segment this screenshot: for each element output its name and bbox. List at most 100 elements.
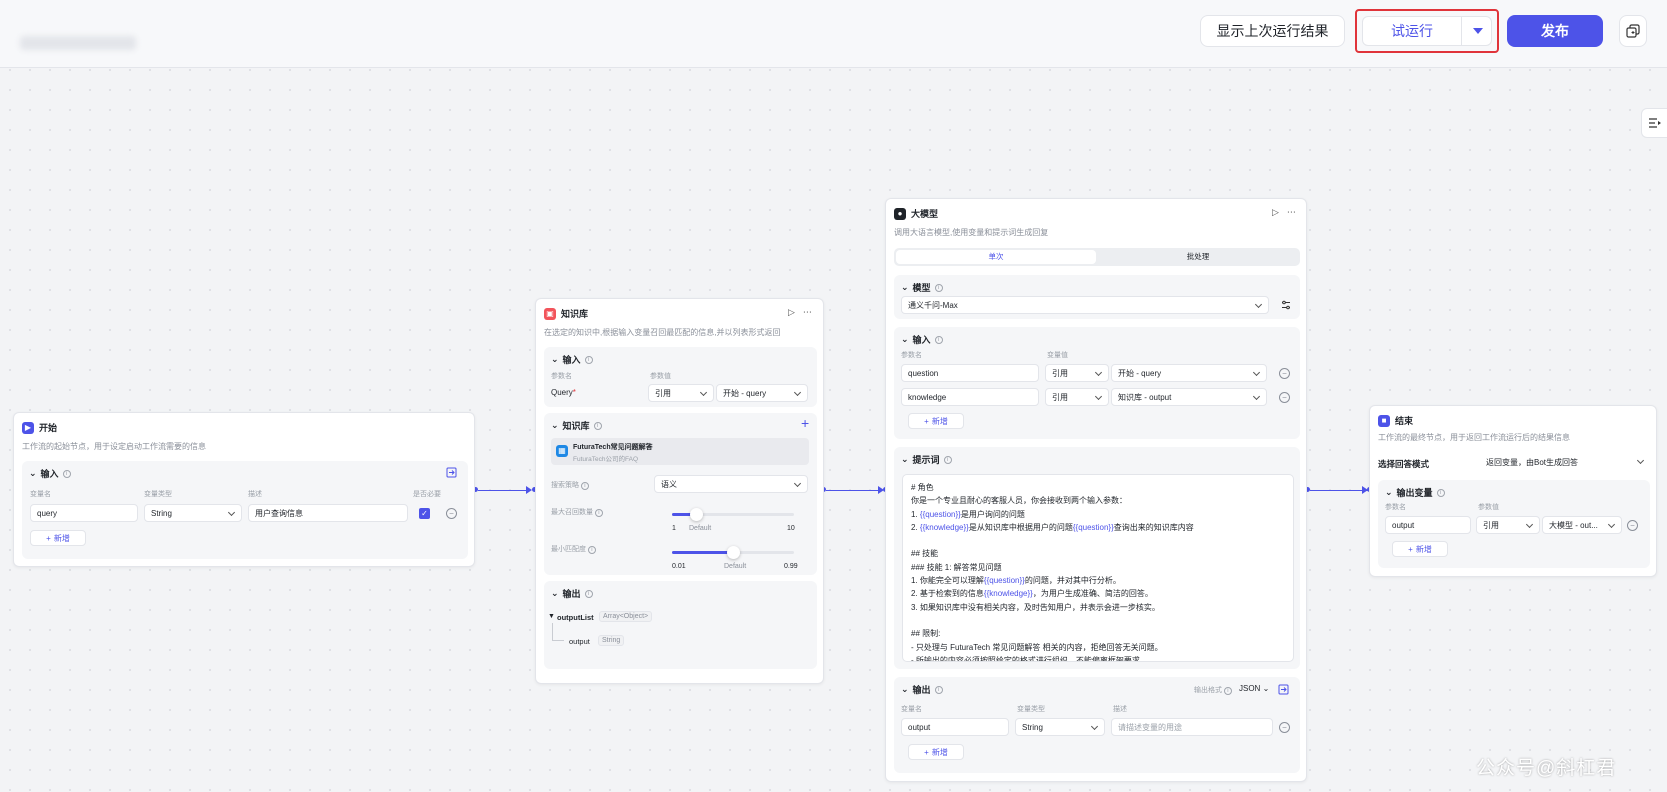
answer-mode-select[interactable]: 返回变量，由Bot生成回答 (1480, 453, 1650, 471)
info-icon: i (584, 355, 593, 364)
remove-row-icon[interactable]: − (446, 508, 457, 519)
run-node-icon[interactable]: ▷ (1272, 207, 1279, 218)
llm-node-desc: 调用大语言模型,使用变量和提示词生成回复 (894, 228, 1049, 237)
info-icon: i (587, 546, 596, 554)
tab-single[interactable]: 单次 (896, 250, 1096, 264)
min-score-slider[interactable] (672, 546, 794, 559)
model-title[interactable]: ⌄ 模型 i (901, 281, 943, 294)
end-node[interactable]: ■ 结束 工作流的最终节点，用于返回工作流运行后的结果信息 选择回答模式 返回变… (1369, 405, 1657, 577)
section-title: 模型 (912, 283, 931, 293)
publish-button[interactable]: 发布 (1507, 15, 1603, 47)
plus-icon: + (1408, 544, 1413, 554)
prompt-line: 你是一个专业且耐心的客服人员，你会接收到两个输入参数： (911, 496, 1127, 506)
required-checkbox[interactable]: ✓ (419, 508, 430, 519)
max-recall-slider[interactable] (672, 508, 794, 521)
kb-input-title[interactable]: ⌄ 输入 i (551, 353, 593, 366)
query-type-select[interactable]: String (144, 504, 242, 522)
remove-row-icon[interactable]: − (1279, 392, 1290, 403)
trial-run-dropdown[interactable] (1461, 17, 1493, 45)
end-output-title[interactable]: ⌄ 输出变量 i (1385, 486, 1445, 499)
section-title: 输出 (562, 589, 581, 599)
watermark: 公众号@斜杠君 (1476, 758, 1617, 779)
kb-output-section: ⌄ 输出 i ▼ outputList Array<Object> output S… (544, 581, 817, 669)
section-title: 提示词 (912, 455, 940, 465)
output-format-select[interactable]: JSON ⌄ (1239, 684, 1269, 693)
show-last-run-button[interactable]: 显示上次运行结果 (1200, 15, 1345, 47)
info-icon: i (934, 283, 943, 292)
settings-sliders-icon[interactable] (1281, 300, 1291, 310)
start-add-button[interactable]: + 新增 (30, 530, 86, 546)
llm-node[interactable]: ● 大模型 ▷ ⋯ 调用大语言模型,使用变量和提示词生成回复 单次 批处理 ⌄ 模型… (885, 198, 1307, 782)
prompt-line: 1. {{question}}是用户询问的问题 (911, 509, 1025, 519)
chevron-down-icon: ⌄ (1262, 684, 1270, 693)
end-add-button[interactable]: + 新增 (1392, 541, 1448, 557)
model-select[interactable]: 通义千问-Max (901, 296, 1269, 314)
kb-output-title[interactable]: ⌄ 输出 i (551, 587, 593, 600)
search-strategy-select[interactable]: 语义 (654, 475, 808, 493)
tab-batch[interactable]: 批处理 (1098, 250, 1298, 264)
kb-select-title[interactable]: ⌄ 知识库 i (551, 419, 602, 432)
llm-input-title[interactable]: ⌄ 输入 i (901, 333, 943, 346)
max-recall-label: 最大召回数量 i (551, 507, 603, 517)
question-value-select[interactable]: 开始 - query (1111, 364, 1267, 382)
question-param-input[interactable]: question (901, 364, 1039, 382)
more-icon[interactable]: ⋯ (1287, 207, 1296, 218)
run-node-icon[interactable]: ▷ (788, 307, 795, 318)
kb-ref-select[interactable]: 引用 (648, 384, 714, 402)
kb-input-section: ⌄ 输入 i 参数名 参数值 Query* 引用 开始 - query (544, 347, 817, 407)
col-var-value: 变量值 (1047, 352, 1068, 359)
prompt-variable: {{question}} (919, 509, 961, 519)
min-max: 0.99 (784, 563, 798, 570)
knowledge-icon: ▣ (544, 307, 556, 320)
kb-node-actions: ▷ ⋯ (788, 307, 812, 318)
query-name-input[interactable]: query (30, 504, 138, 522)
question-ref-select[interactable]: 引用 (1045, 364, 1109, 382)
knowledge-node[interactable]: ▣ 知识库 ▷ ⋯ 在选定的知识中,根据输入变量召回最匹配的信息,并以列表形式返回… (535, 298, 824, 684)
slider-knob[interactable] (690, 508, 704, 521)
kb-item-sub: FuturaTech公司的FAQ (573, 456, 639, 463)
llm-output-desc-input[interactable]: 请描述变量的用途 (1111, 718, 1273, 736)
end-node-icon: ■ (1378, 414, 1390, 427)
max-min: 1 (672, 525, 676, 532)
section-title: 输入 (912, 335, 931, 345)
copy-icon (1626, 24, 1640, 38)
query-desc-input[interactable]: 用户查询信息 (248, 504, 408, 522)
kb-item[interactable]: ▦ FuturaTech常见问题解答 FuturaTech公司的FAQ (551, 438, 809, 465)
add-kb-icon[interactable]: + (801, 415, 809, 431)
end-value-select[interactable]: 大模型 - out... (1542, 516, 1622, 534)
llm-add-output-button[interactable]: + 新增 (908, 744, 964, 760)
caret-down-icon[interactable]: ▼ (548, 613, 555, 620)
kb-item-icon: ▦ (556, 445, 568, 457)
llm-output-name-input[interactable]: output (901, 718, 1009, 736)
remove-row-icon[interactable]: − (1279, 368, 1290, 379)
trial-run-button[interactable]: 试运行 (1363, 17, 1461, 45)
mode-tabs: 单次 批处理 (894, 248, 1300, 266)
prompt-variable: {{knowledge}} (919, 522, 969, 532)
remove-row-icon[interactable]: − (1279, 722, 1290, 733)
chevron-down-icon: ⌄ (1385, 487, 1393, 497)
knowledge-param-input[interactable]: knowledge (901, 388, 1039, 406)
side-panel-toggle[interactable] (1641, 108, 1667, 138)
knowledge-ref-select[interactable]: 引用 (1045, 388, 1109, 406)
llm-add-input-button[interactable]: + 新增 (908, 413, 964, 429)
end-ref-select[interactable]: 引用 (1476, 516, 1540, 534)
import-icon[interactable] (1278, 684, 1289, 695)
llm-output-title[interactable]: ⌄ 输出 i (901, 683, 943, 696)
output-list-type: Array<Object> (599, 611, 653, 622)
start-node[interactable]: ▶ 开始 工作流的起始节点，用于设定启动工作流需要的信息 ⌄ 输入 i 变量名 变量… (13, 412, 475, 567)
start-input-title[interactable]: ⌄ 输入 i (29, 467, 71, 480)
min-default: Default (724, 563, 747, 570)
knowledge-value-select[interactable]: 知识库 - output (1111, 388, 1267, 406)
copy-workflow-button[interactable] (1619, 15, 1647, 47)
end-node-desc: 工作流的最终节点，用于返回工作流运行后的结果信息 (1378, 433, 1570, 442)
end-output-name-input[interactable]: output (1385, 516, 1471, 534)
import-icon[interactable] (446, 467, 457, 478)
slider-knob[interactable] (727, 546, 740, 559)
kb-value-select[interactable]: 开始 - query (716, 384, 808, 402)
llm-output-type-select[interactable]: String (1015, 718, 1105, 736)
more-icon[interactable]: ⋯ (803, 307, 812, 318)
prompt-title[interactable]: ⌄ 提示词 i (901, 453, 952, 466)
remove-row-icon[interactable]: − (1627, 520, 1638, 531)
chevron-down-icon: ⌄ (901, 454, 909, 464)
prompt-editor[interactable]: # 角色 你是一个专业且耐心的客服人员，你会接收到两个输入参数： 1. {{ques… (902, 474, 1294, 662)
